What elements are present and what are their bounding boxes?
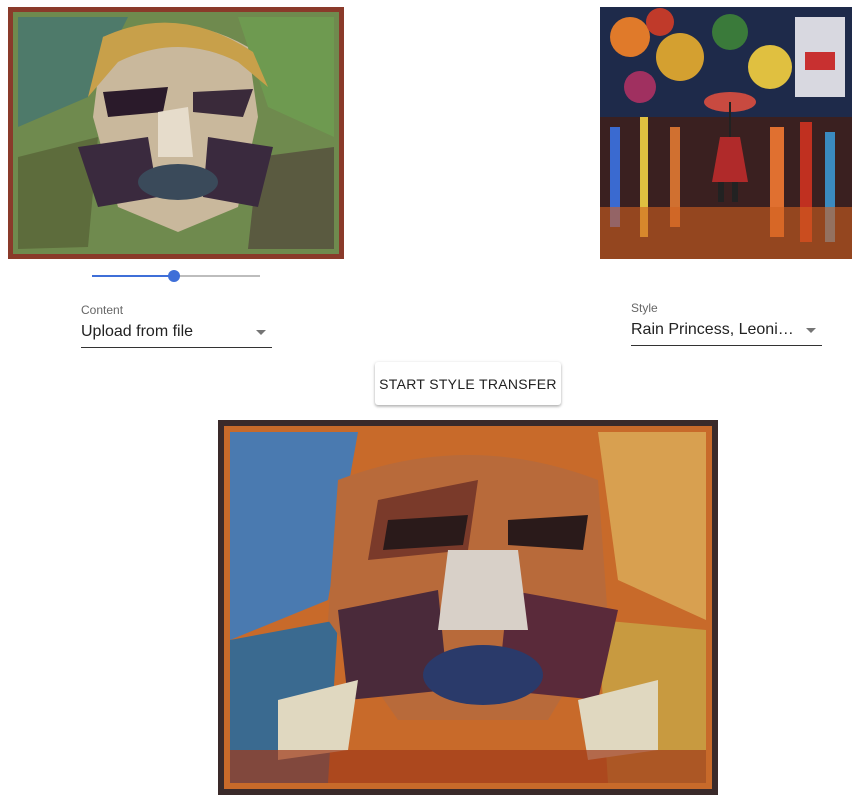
slider-fill (92, 275, 175, 277)
content-select-value: Upload from file (81, 323, 194, 340)
content-select-box[interactable]: Upload from file (81, 318, 272, 348)
style-select[interactable]: Style Rain Princess, Leonid ... (631, 301, 822, 346)
style-select-value: Rain Princess, Leonid ... (631, 321, 796, 338)
style-strength-slider[interactable] (92, 266, 260, 286)
dropdown-arrow-icon[interactable] (256, 330, 266, 335)
style-select-box[interactable]: Rain Princess, Leonid ... (631, 316, 822, 346)
style-image (600, 7, 852, 259)
slider-thumb[interactable] (168, 270, 181, 282)
content-select[interactable]: Content Upload from file (81, 303, 272, 348)
dropdown-arrow-icon[interactable] (806, 328, 816, 333)
output-image (218, 420, 718, 795)
start-style-transfer-button[interactable]: START STYLE TRANSFER (375, 362, 561, 405)
style-select-label: Style (631, 301, 658, 315)
content-image (8, 7, 344, 259)
content-select-label: Content (81, 303, 124, 317)
